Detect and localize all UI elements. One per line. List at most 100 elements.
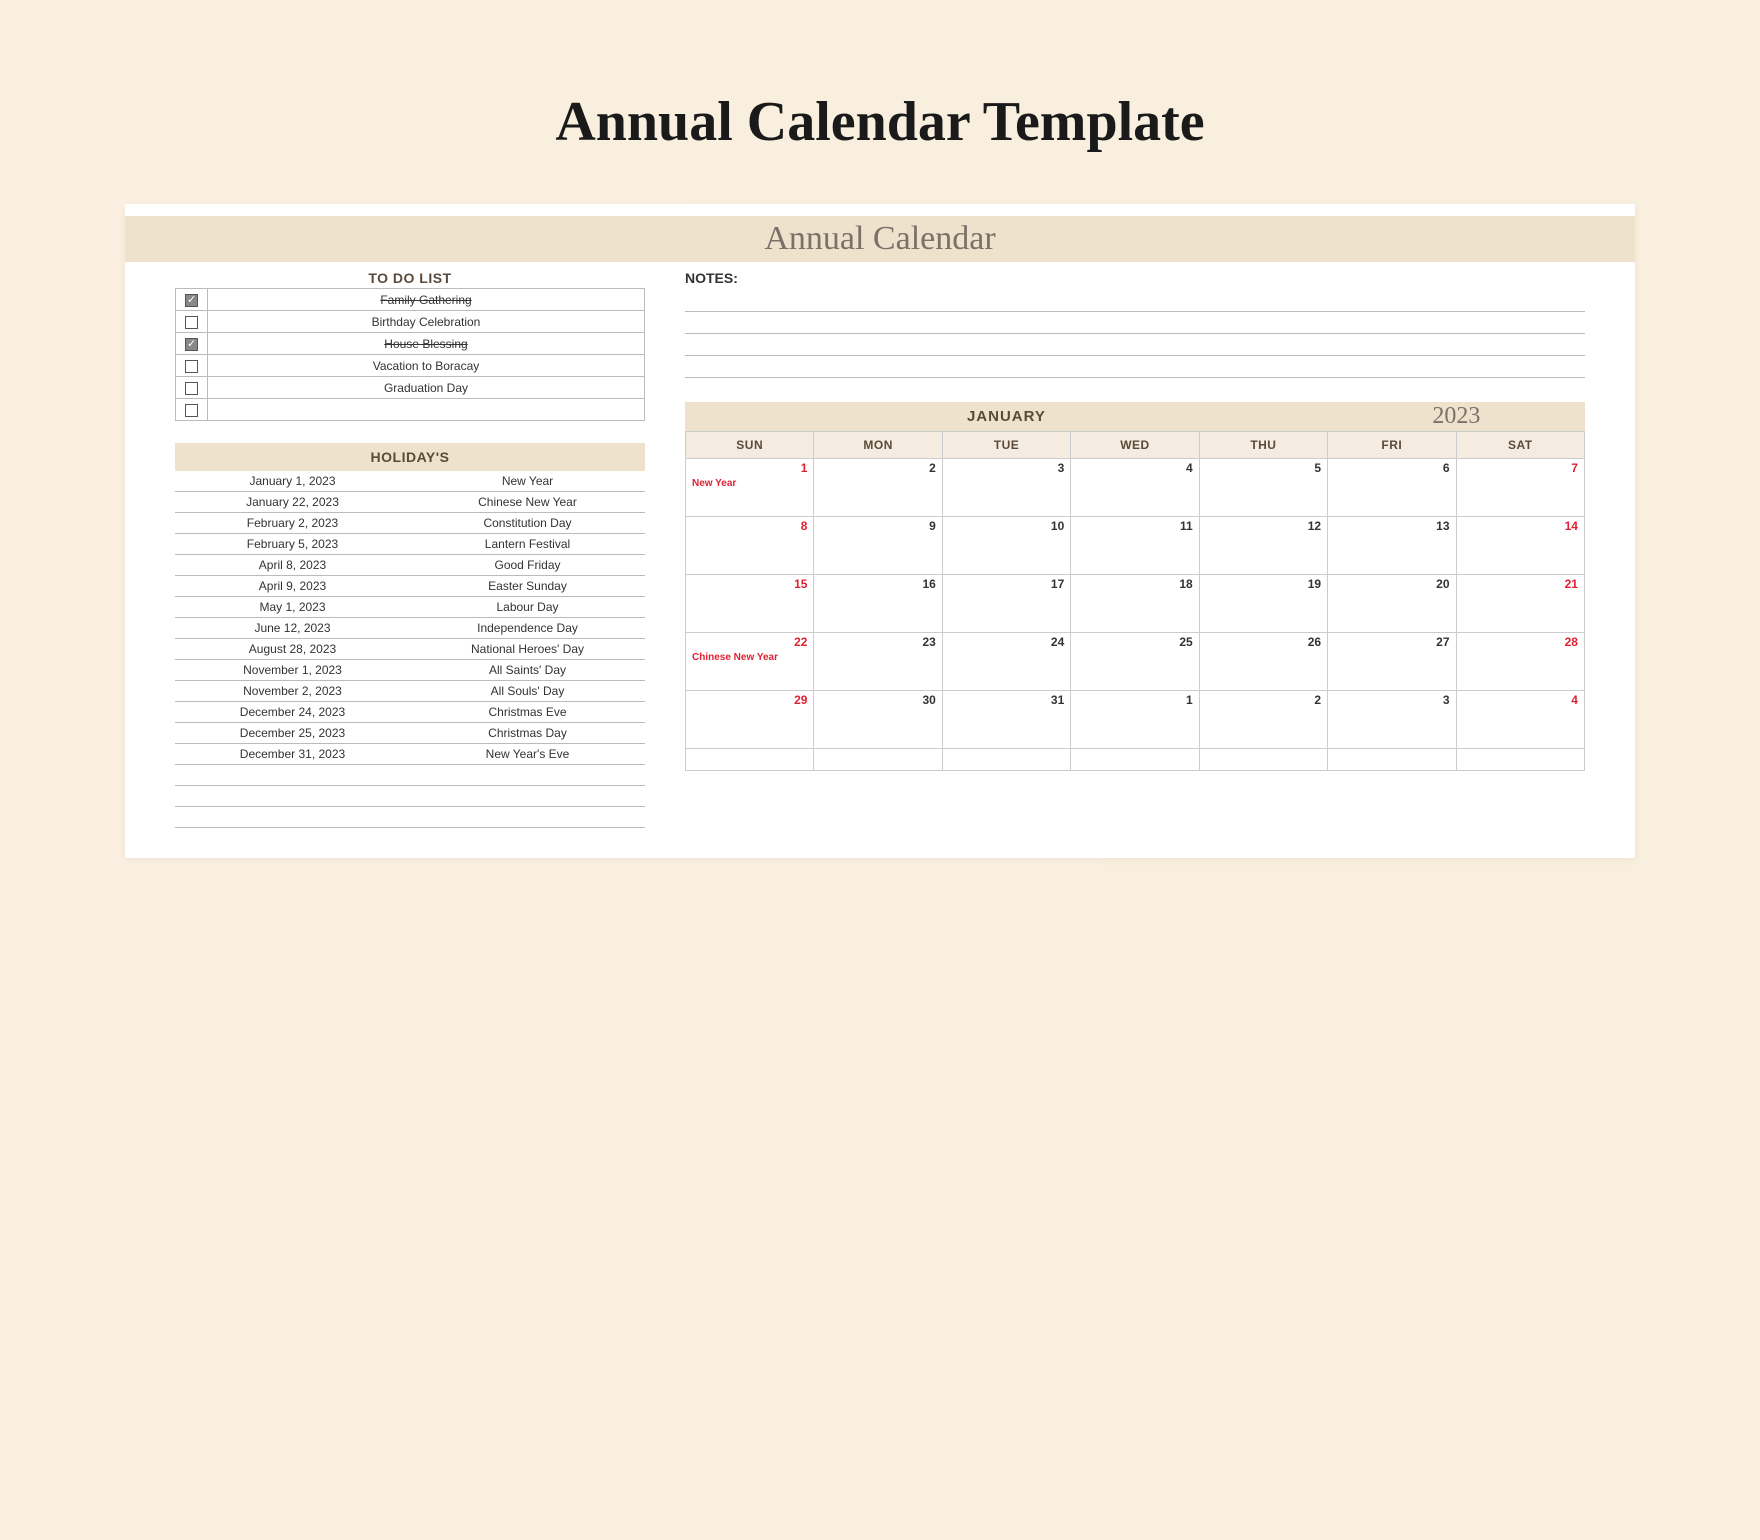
todo-label[interactable]: Birthday Celebration xyxy=(208,311,645,333)
holiday-name: Lantern Festival xyxy=(410,534,645,555)
day-number: 4 xyxy=(1186,461,1193,475)
calendar-cell[interactable]: 10 xyxy=(943,517,1071,575)
calendar-cell[interactable]: 22Chinese New Year xyxy=(685,633,814,691)
holidays-header: HOLIDAY'S xyxy=(175,443,645,471)
page-title: Annual Calendar Template xyxy=(0,0,1760,194)
checkbox-icon[interactable] xyxy=(185,316,198,329)
todo-label[interactable] xyxy=(208,399,645,421)
calendar-cell[interactable] xyxy=(943,749,1071,771)
calendar-cell[interactable]: 24 xyxy=(943,633,1071,691)
calendar-grid: 1New Year2345678910111213141516171819202… xyxy=(685,459,1585,771)
calendar-cell[interactable] xyxy=(1457,749,1585,771)
holiday-row: April 9, 2023Easter Sunday xyxy=(175,576,645,597)
holiday-row: February 2, 2023Constitution Day xyxy=(175,513,645,534)
checkbox-icon[interactable] xyxy=(185,404,198,417)
todo-checkbox-cell[interactable] xyxy=(176,289,208,311)
todo-label[interactable]: Family Gathering xyxy=(208,289,645,311)
checkbox-icon[interactable] xyxy=(185,294,198,307)
calendar-cell[interactable]: 19 xyxy=(1200,575,1328,633)
todo-header: TO DO LIST xyxy=(175,268,645,288)
holidays-table: January 1, 2023New YearJanuary 22, 2023C… xyxy=(175,471,645,828)
calendar-cell[interactable]: 21 xyxy=(1457,575,1585,633)
calendar-cell[interactable] xyxy=(1328,749,1456,771)
calendar-cell[interactable]: 29 xyxy=(685,691,814,749)
calendar-cell[interactable]: 1New Year xyxy=(685,459,814,517)
holiday-row: November 1, 2023All Saints' Day xyxy=(175,660,645,681)
calendar-cell[interactable] xyxy=(814,749,942,771)
calendar-cell[interactable]: 26 xyxy=(1200,633,1328,691)
day-number: 3 xyxy=(1443,693,1450,707)
calendar-week: 29 30 3112 34 xyxy=(685,691,1585,749)
holiday-date: January 1, 2023 xyxy=(175,471,410,492)
calendar-cell[interactable]: 27 xyxy=(1328,633,1456,691)
calendar-cell[interactable]: 3 xyxy=(1328,691,1456,749)
notes-area[interactable] xyxy=(685,290,1585,378)
calendar-cell[interactable] xyxy=(1071,749,1199,771)
calendar-cell[interactable]: 2 xyxy=(814,459,942,517)
calendar-cell[interactable]: 1 xyxy=(1071,691,1199,749)
calendar-cell[interactable]: 16 xyxy=(814,575,942,633)
calendar-cell[interactable]: 15 xyxy=(685,575,814,633)
day-number: 24 xyxy=(1051,635,1064,649)
day-number: 29 xyxy=(794,693,807,707)
calendar-cell[interactable]: 2 xyxy=(1200,691,1328,749)
todo-label[interactable]: Graduation Day xyxy=(208,377,645,399)
calendar-cell[interactable]: 23 xyxy=(814,633,942,691)
calendar-cell[interactable]: 4 xyxy=(1071,459,1199,517)
calendar-year: 2023 xyxy=(1328,402,1585,431)
calendar-cell[interactable]: 14 xyxy=(1457,517,1585,575)
calendar-cell[interactable]: 13 xyxy=(1328,517,1456,575)
calendar-week: 891011121314 xyxy=(685,517,1585,575)
todo-label[interactable]: House Blessing xyxy=(208,333,645,355)
calendar-cell[interactable]: 5 xyxy=(1200,459,1328,517)
holiday-name: Independence Day xyxy=(410,618,645,639)
calendar-header: JANUARY 2023 xyxy=(685,402,1585,431)
calendar-month: JANUARY xyxy=(685,402,1328,431)
holiday-date: December 25, 2023 xyxy=(175,723,410,744)
checkbox-icon[interactable] xyxy=(185,338,198,351)
calendar-cell[interactable]: 6 xyxy=(1328,459,1456,517)
calendar-cell[interactable]: 4 xyxy=(1457,691,1585,749)
todo-row: House Blessing xyxy=(176,333,645,355)
calendar-cell[interactable]: 30 xyxy=(814,691,942,749)
checkbox-icon[interactable] xyxy=(185,360,198,373)
note-line[interactable] xyxy=(685,290,1585,312)
calendar-event: New Year xyxy=(692,478,807,489)
calendar-cell[interactable]: 18 xyxy=(1071,575,1199,633)
day-number: 19 xyxy=(1308,577,1321,591)
day-number: 23 xyxy=(922,635,935,649)
note-line[interactable] xyxy=(685,356,1585,378)
note-line[interactable] xyxy=(685,312,1585,334)
todo-label[interactable]: Vacation to Boracay xyxy=(208,355,645,377)
holiday-name: New Year's Eve xyxy=(410,744,645,765)
holiday-date: February 2, 2023 xyxy=(175,513,410,534)
calendar-cell[interactable]: 7 xyxy=(1457,459,1585,517)
checkbox-icon[interactable] xyxy=(185,382,198,395)
todo-checkbox-cell[interactable] xyxy=(176,333,208,355)
holiday-row: May 1, 2023Labour Day xyxy=(175,597,645,618)
todo-checkbox-cell[interactable] xyxy=(176,355,208,377)
holiday-name: Christmas Eve xyxy=(410,702,645,723)
todo-checkbox-cell[interactable] xyxy=(176,399,208,421)
calendar-cell[interactable]: 3 xyxy=(943,459,1071,517)
calendar-cell[interactable]: 11 xyxy=(1071,517,1199,575)
holiday-row: December 31, 2023New Year's Eve xyxy=(175,744,645,765)
holiday-row: January 22, 2023Chinese New Year xyxy=(175,492,645,513)
day-number: 15 xyxy=(794,577,807,591)
note-line[interactable] xyxy=(685,334,1585,356)
todo-checkbox-cell[interactable] xyxy=(176,377,208,399)
calendar-cell[interactable]: 28 xyxy=(1457,633,1585,691)
calendar-cell[interactable] xyxy=(1200,749,1328,771)
calendar-cell[interactable]: 9 xyxy=(814,517,942,575)
todo-checkbox-cell[interactable] xyxy=(176,311,208,333)
calendar-cell[interactable]: 8 xyxy=(685,517,814,575)
calendar-cell[interactable]: 20 xyxy=(1328,575,1456,633)
calendar-cell[interactable]: 17 xyxy=(943,575,1071,633)
todo-row xyxy=(176,399,645,421)
calendar-cell[interactable]: 12 xyxy=(1200,517,1328,575)
day-of-week-row: SUNMONTUEWEDTHUFRISAT xyxy=(685,431,1585,459)
calendar-cell[interactable]: 31 xyxy=(943,691,1071,749)
calendar-cell[interactable]: 25 xyxy=(1071,633,1199,691)
day-number: 30 xyxy=(922,693,935,707)
calendar-cell[interactable] xyxy=(685,749,814,771)
